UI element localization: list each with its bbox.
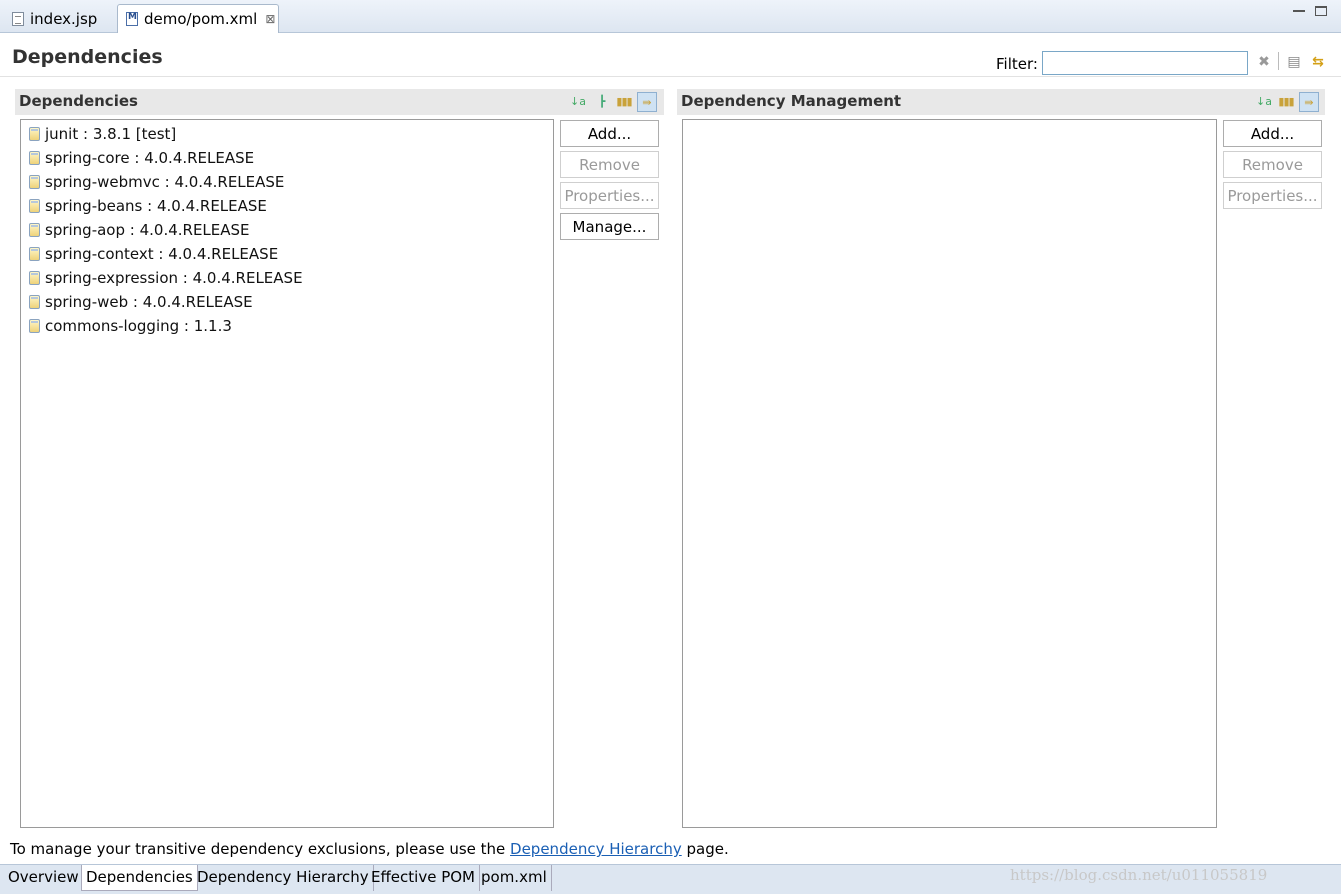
editor-tab-index-jsp[interactable]: index.jsp: [4, 4, 116, 33]
list-item[interactable]: junit : 3.8.1 [test]: [29, 122, 553, 146]
properties-managed-dependency-button[interactable]: Properties...: [1223, 182, 1322, 209]
tab-dependencies[interactable]: Dependencies: [81, 865, 198, 891]
jar-icon: [29, 223, 40, 237]
jar-icon: [29, 175, 40, 189]
exclusions-note: To manage your transitive dependency exc…: [10, 840, 729, 858]
clear-filter-icon[interactable]: ✖: [1256, 54, 1272, 70]
editor-tab-pom-xml[interactable]: demo/pom.xml ⊠: [117, 4, 279, 33]
open-pom-icon[interactable]: ▤: [1286, 54, 1302, 70]
tab-effective-pom[interactable]: Effective POM: [367, 865, 481, 891]
maven-pom-icon: [126, 12, 138, 26]
toolbar-separator: [1278, 52, 1279, 70]
editor-tab-bar: index.jsp demo/pom.xml ⊠: [0, 0, 1341, 33]
list-item[interactable]: spring-webmvc : 4.0.4.RELEASE: [29, 170, 553, 194]
refresh-icon[interactable]: ⇆: [1310, 54, 1326, 70]
dependencies-section-header: Dependencies ↓a ┣ ▮▮▮ ⇛: [15, 89, 664, 115]
show-group-id-icon[interactable]: ▮▮▮: [1276, 92, 1296, 112]
jar-icon: [29, 271, 40, 285]
jar-icon: [29, 127, 40, 141]
section-title: Dependency Management: [681, 92, 902, 110]
jar-icon: [29, 319, 40, 333]
jar-icon: [29, 151, 40, 165]
list-item[interactable]: commons-logging : 1.1.3: [29, 314, 553, 338]
remove-managed-dependency-button[interactable]: Remove: [1223, 151, 1322, 178]
close-icon[interactable]: ⊠: [265, 12, 275, 26]
properties-dependency-button[interactable]: Properties...: [560, 182, 659, 209]
section-title: Dependencies: [19, 92, 138, 110]
tab-overview[interactable]: Overview: [4, 865, 84, 891]
jsp-file-icon: [12, 11, 24, 26]
dependencies-list[interactable]: junit : 3.8.1 [test] spring-core : 4.0.4…: [20, 119, 554, 828]
editor-tab-label: index.jsp: [30, 9, 98, 28]
tab-dependency-hierarchy[interactable]: Dependency Hierarchy: [193, 865, 374, 891]
sort-icon[interactable]: ↓a: [568, 92, 588, 112]
filter-icon[interactable]: ⇛: [1299, 92, 1319, 112]
filter-icon[interactable]: ⇛: [637, 92, 657, 112]
filter-input[interactable]: [1042, 51, 1248, 75]
dependency-hierarchy-link[interactable]: Dependency Hierarchy: [510, 840, 682, 858]
add-dependency-button[interactable]: Add...: [560, 120, 659, 147]
jar-icon: [29, 199, 40, 213]
watermark: https://blog.csdn.net/u011055819: [1010, 866, 1268, 884]
list-item[interactable]: spring-beans : 4.0.4.RELEASE: [29, 194, 553, 218]
tree-icon[interactable]: ┣: [592, 92, 612, 112]
remove-dependency-button[interactable]: Remove: [560, 151, 659, 178]
filter-label: Filter:: [996, 55, 1038, 73]
list-item[interactable]: spring-aop : 4.0.4.RELEASE: [29, 218, 553, 242]
list-item[interactable]: spring-web : 4.0.4.RELEASE: [29, 290, 553, 314]
jar-icon: [29, 247, 40, 261]
dependency-management-list[interactable]: [682, 119, 1217, 828]
maximize-icon[interactable]: [1315, 6, 1327, 16]
minimize-icon[interactable]: [1293, 6, 1305, 12]
editor-tab-label: demo/pom.xml: [144, 10, 258, 28]
page-title: Dependencies: [12, 46, 163, 68]
header-divider: [0, 76, 1341, 77]
list-item[interactable]: spring-core : 4.0.4.RELEASE: [29, 146, 553, 170]
show-group-id-icon[interactable]: ▮▮▮: [614, 92, 634, 112]
dependency-management-section-header: Dependency Management ↓a ▮▮▮ ⇛: [677, 89, 1325, 115]
manage-dependency-button[interactable]: Manage...: [560, 213, 659, 240]
jar-icon: [29, 295, 40, 309]
list-item[interactable]: spring-expression : 4.0.4.RELEASE: [29, 266, 553, 290]
list-item[interactable]: spring-context : 4.0.4.RELEASE: [29, 242, 553, 266]
sort-icon[interactable]: ↓a: [1254, 92, 1274, 112]
tab-pom-xml[interactable]: pom.xml: [477, 865, 552, 891]
add-managed-dependency-button[interactable]: Add...: [1223, 120, 1322, 147]
